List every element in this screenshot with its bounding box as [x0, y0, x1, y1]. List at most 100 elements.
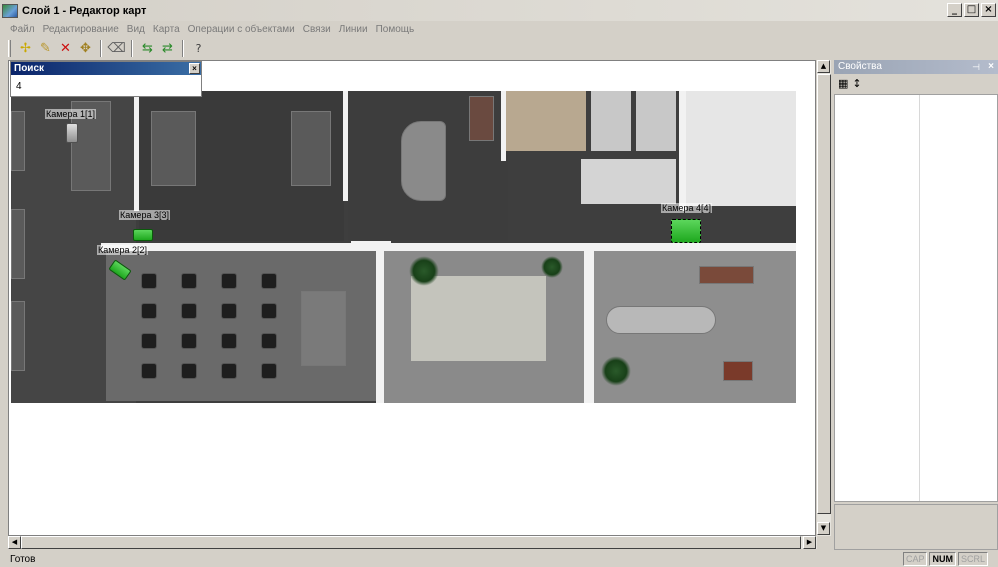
room-wc-2 [636, 91, 676, 151]
chair [181, 333, 197, 349]
close-icon[interactable]: × [189, 63, 200, 74]
move-icon[interactable]: ✥ [77, 40, 94, 57]
caps-lock-indicator: CAP [902, 552, 928, 566]
close-button[interactable]: × [981, 3, 996, 17]
cabinet [469, 96, 494, 141]
chair [261, 273, 277, 289]
room-stairs [686, 91, 796, 206]
menu-view[interactable]: Вид [127, 24, 145, 35]
menu-bar: Файл Редактирование Вид Карта Операции с… [0, 21, 998, 38]
grid-divider[interactable] [919, 95, 920, 501]
wall [376, 251, 384, 403]
redo-icon[interactable]: ⇄ [159, 40, 176, 57]
properties-title: Свойства [838, 61, 882, 72]
toolbar-grip[interactable] [8, 40, 11, 57]
toolbar-separator [131, 40, 133, 57]
wall [101, 243, 796, 251]
map-canvas[interactable]: Камера 1[1] Камера 3[3] Камера 2[2] Каме… [8, 60, 816, 536]
chair [261, 303, 277, 319]
chair [141, 363, 157, 379]
title-bar[interactable]: Слой 1 - Редактор карт _ □ × [0, 0, 998, 21]
properties-grid[interactable] [834, 94, 998, 502]
chair [221, 333, 237, 349]
scroll-lock-indicator: SCRL [957, 552, 988, 566]
window-title: Слой 1 - Редактор карт [22, 4, 147, 17]
plant [601, 356, 631, 386]
camera-icon[interactable] [66, 123, 78, 143]
help-icon[interactable]: ? [190, 40, 207, 57]
menu-help[interactable]: Помощь [376, 24, 415, 35]
toolbar: ✢ ✎ ✕ ✥ ⌫ ⇆ ⇄ ? [8, 38, 207, 59]
delete-icon[interactable]: ✕ [57, 40, 74, 57]
camera-label: Камера 2[2] [97, 245, 148, 255]
camera-icon[interactable] [671, 219, 701, 243]
scroll-down-icon[interactable]: ▼ [817, 522, 830, 535]
camera-icon[interactable] [133, 229, 153, 241]
menu-edit[interactable]: Редактирование [43, 24, 119, 35]
chair [181, 363, 197, 379]
scroll-right-icon[interactable]: ▶ [803, 536, 816, 549]
lounge-rug [411, 276, 546, 361]
horizontal-scrollbar[interactable]: ◀ ▶ [8, 536, 817, 549]
reception-desk [401, 121, 446, 201]
room-storage [506, 91, 586, 151]
toolbar-separator [100, 40, 102, 57]
close-icon[interactable]: × [988, 60, 994, 74]
camera-label: Камера 4[4] [661, 203, 712, 213]
properties-description [834, 504, 998, 550]
side-table [723, 361, 753, 381]
menu-object-operations[interactable]: Операции с объектами [188, 24, 295, 35]
menu-lines[interactable]: Линии [339, 24, 368, 35]
chair [141, 303, 157, 319]
chair [141, 273, 157, 289]
add-point-icon[interactable]: ✢ [17, 40, 34, 57]
vertical-scrollbar[interactable]: ▲ ▼ [817, 60, 831, 536]
search-panel-title: Поиск [14, 63, 45, 74]
search-input[interactable] [13, 77, 199, 95]
status-bar: Готов CAP NUM SCRL [0, 551, 998, 567]
manager-desk [606, 306, 716, 334]
desk [151, 111, 196, 186]
desk [11, 301, 25, 371]
minimize-button[interactable]: _ [947, 3, 962, 17]
sort-alphabetical-icon[interactable]: ↕ [852, 77, 861, 90]
status-text: Готов [10, 553, 36, 565]
properties-toolbar: ▦ ↕ [834, 74, 998, 92]
chair [181, 273, 197, 289]
scroll-up-icon[interactable]: ▲ [817, 60, 830, 73]
camera-label: Камера 3[3] [119, 210, 170, 220]
chair [261, 363, 277, 379]
status-indicators: CAP NUM SCRL [902, 552, 988, 566]
properties-panel: Свойства ⊣ × ▦ ↕ [834, 60, 998, 550]
room-washroom [581, 159, 676, 204]
vertical-scroll-thumb[interactable] [817, 74, 831, 514]
search-panel-header: Поиск × [11, 62, 201, 75]
undo-icon[interactable]: ⇆ [139, 40, 156, 57]
plant [409, 256, 439, 286]
pencil-icon[interactable]: ✎ [37, 40, 54, 57]
window-controls: _ □ × [947, 3, 996, 17]
desk [301, 291, 346, 366]
menu-file[interactable]: Файл [10, 24, 35, 35]
wall [584, 251, 594, 403]
chair [221, 363, 237, 379]
room-wc-1 [591, 91, 631, 151]
desk [11, 209, 25, 279]
menu-map[interactable]: Карта [153, 24, 180, 35]
properties-header: Свойства ⊣ × [834, 60, 998, 74]
toolbar-separator [182, 40, 184, 57]
chair [221, 273, 237, 289]
horizontal-scroll-thumb[interactable] [21, 536, 801, 549]
maximize-button[interactable]: □ [964, 3, 979, 17]
app-icon [2, 3, 18, 18]
eraser-icon[interactable]: ⌫ [107, 40, 125, 57]
chair [221, 303, 237, 319]
menu-links[interactable]: Связи [303, 24, 331, 35]
desk [291, 111, 331, 186]
scroll-left-icon[interactable]: ◀ [8, 536, 21, 549]
wall [679, 91, 686, 211]
chair [141, 333, 157, 349]
pin-icon[interactable]: ⊣ [972, 60, 980, 74]
desk [11, 111, 25, 171]
categorized-icon[interactable]: ▦ [838, 77, 848, 90]
